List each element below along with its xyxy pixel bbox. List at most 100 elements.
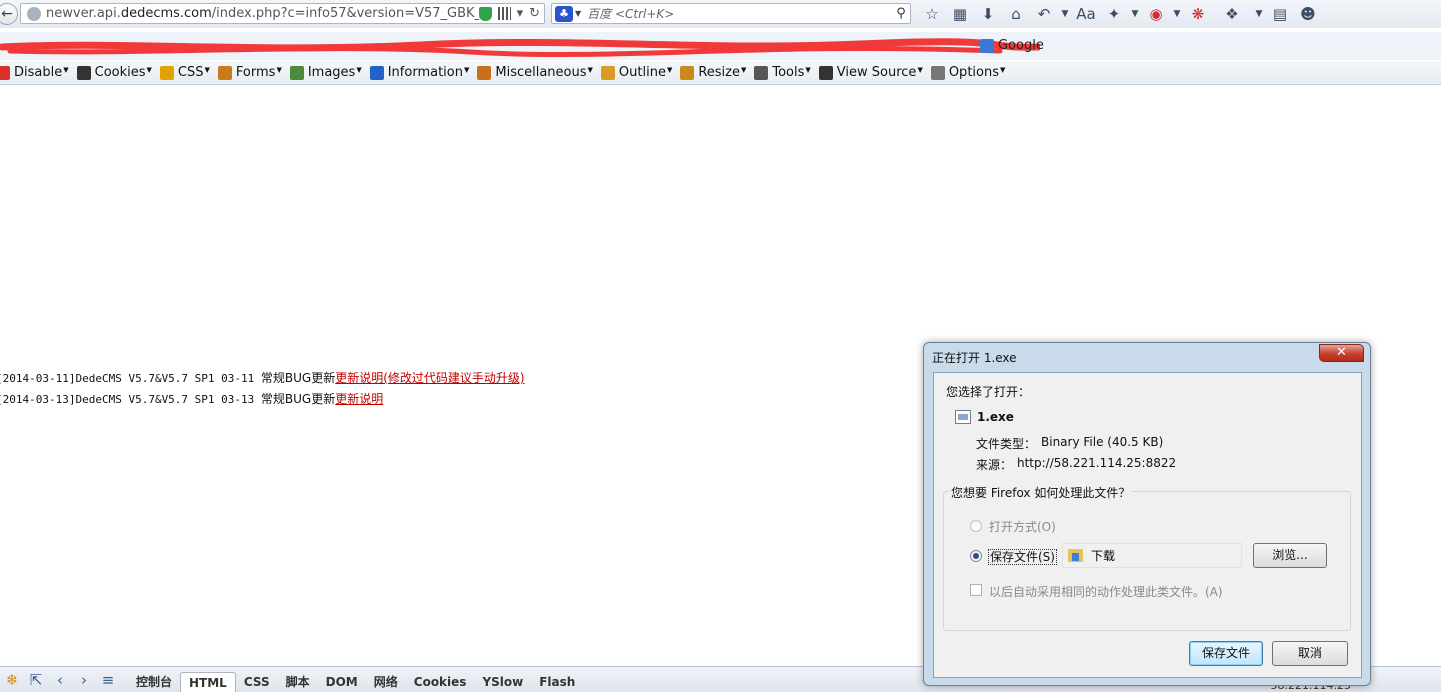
search-input[interactable]: 百度 <Ctrl+K>: [587, 5, 892, 22]
record-dropdown-icon[interactable]: ▼: [1170, 3, 1184, 25]
auto-action-label[interactable]: 以后自动采用相同的动作处理此类文件。(A): [989, 583, 1223, 600]
devtools-menu-tools[interactable]: Tools ▼: [754, 65, 811, 80]
update-notes-link-1[interactable]: 更新说明(修改过代码建议手动升级): [335, 371, 524, 385]
information-icon: [369, 65, 384, 80]
record-icon[interactable]: ◉: [1142, 3, 1170, 25]
firebug-tab-1[interactable]: HTML: [180, 672, 236, 692]
font-icon[interactable]: Aa: [1072, 3, 1100, 25]
dropdown-arrow-icon: ▼: [356, 65, 362, 74]
folder-icon: [1068, 549, 1083, 562]
save-folder-field[interactable]: 下载: [1062, 543, 1242, 568]
action-question: 您想要 Firefox 如何处理此文件？: [949, 484, 1133, 501]
command-line-icon[interactable]: ≡: [96, 668, 120, 692]
firebug-tab-4[interactable]: DOM: [318, 672, 366, 692]
firebug-tab-6[interactable]: Cookies: [406, 672, 475, 692]
bookmarks-bar: Google: [0, 32, 1441, 60]
file-type-value: Binary File (40.5 KB): [1041, 435, 1164, 449]
puzzle-icon[interactable]: ❖: [1212, 3, 1252, 25]
page-icon[interactable]: ▤: [1266, 3, 1294, 25]
browse-button[interactable]: 浏览...: [1253, 543, 1327, 568]
cookies-icon: [76, 65, 91, 80]
file-type-label: 文件类型：: [976, 437, 1037, 451]
bookmarks-icon[interactable]: ▦: [946, 3, 974, 25]
devtools-menu-css[interactable]: CSS ▼: [159, 65, 210, 80]
options-icon: [930, 65, 945, 80]
devtools-menu-miscellaneous[interactable]: Miscellaneous ▼: [477, 65, 593, 80]
devtools-menu-view-source[interactable]: View Source ▼: [818, 65, 923, 80]
cancel-button[interactable]: 取消: [1272, 641, 1348, 666]
inspect-icon[interactable]: ⇱: [24, 668, 48, 692]
save-file-label[interactable]: 保存文件(S): [988, 549, 1057, 565]
google-icon: [980, 38, 994, 53]
bookmark-google[interactable]: Google: [980, 38, 1044, 53]
view-source-icon: [818, 65, 833, 80]
search-icon[interactable]: ⚲: [892, 6, 910, 21]
save-file-button[interactable]: 保存文件: [1189, 641, 1263, 666]
save-file-radio[interactable]: [970, 550, 982, 562]
dropdown-arrow-icon: ▼: [146, 65, 152, 74]
devtools-menu-resize[interactable]: Resize ▼: [680, 65, 746, 80]
url-bar[interactable]: newver.api.dedecms.com/index.php?c=info5…: [20, 3, 545, 24]
chevron-right-icon[interactable]: ›: [72, 668, 96, 692]
addon-dropdown-icon[interactable]: ▼: [1128, 3, 1142, 25]
outline-icon: [600, 65, 615, 80]
tools-icon: [754, 65, 769, 80]
miscellaneous-icon: [477, 65, 492, 80]
close-button[interactable]: ✕: [1319, 344, 1364, 362]
resize-icon: [680, 65, 695, 80]
firebug-tab-5[interactable]: 网络: [366, 672, 406, 692]
firebug-tab-7[interactable]: YSlow: [474, 672, 531, 692]
firebug-tab-2[interactable]: CSS: [236, 672, 278, 692]
addon-icon[interactable]: ✦: [1100, 3, 1128, 25]
update-line-1: [2014-03-11]DedeCMS V5.7&V5.7 SP1 03-11 …: [0, 371, 525, 385]
chevron-left-icon[interactable]: ‹: [48, 668, 72, 692]
dropdown-arrow-icon: ▼: [740, 65, 747, 74]
firebug-icon[interactable]: ❄: [0, 668, 24, 692]
images-icon: [289, 65, 304, 80]
puzzle-dropdown-icon[interactable]: ▼: [1252, 3, 1266, 25]
star-icon[interactable]: ☆: [918, 3, 946, 25]
download-icon[interactable]: ⬇: [974, 3, 1002, 25]
firebug-tab-3[interactable]: 脚本: [278, 672, 318, 692]
url-text[interactable]: newver.api.dedecms.com/index.php?c=info5…: [46, 6, 479, 21]
css-icon: [159, 65, 174, 80]
dialog-body: 您选择了打开： 1.exe 文件类型： Binary File (40.5 KB…: [933, 372, 1362, 678]
plugin-icon[interactable]: ❋: [1184, 3, 1212, 25]
home-icon[interactable]: ⌂: [1002, 3, 1030, 25]
devtools-menu-cookies[interactable]: Cookies ▼: [76, 65, 152, 80]
reload-icon[interactable]: ↻: [529, 6, 540, 21]
search-box[interactable]: ♣ ▼ 百度 <Ctrl+K> ⚲: [551, 3, 911, 24]
forms-icon: [217, 65, 232, 80]
search-engine-icon[interactable]: ♣: [555, 5, 573, 22]
dropdown-arrow-icon: ▼: [204, 65, 210, 74]
update-notes-link-2[interactable]: 更新说明: [335, 392, 383, 406]
engine-dropdown-icon[interactable]: ▼: [575, 9, 581, 18]
dialog-intro: 您选择了打开：: [946, 385, 1031, 399]
dialog-title: 正在打开 1.exe: [932, 351, 1017, 365]
devtools-menu-disable[interactable]: Disable ▼: [0, 65, 69, 80]
browser-toolbar: ☆ ▦ ⬇ ⌂ ↶ ▼ Aa ✦ ▼ ◉ ▼ ❋ ❖ ▼ ▤ ☻: [918, 3, 1322, 25]
devtools-menu-images[interactable]: Images ▼: [289, 65, 362, 80]
undo-dropdown-icon[interactable]: ▼: [1058, 3, 1072, 25]
devtools-menu-forms[interactable]: Forms ▼: [217, 65, 282, 80]
open-with-radio[interactable]: [970, 520, 982, 532]
auto-action-checkbox[interactable]: [970, 584, 982, 596]
user-icon[interactable]: ☻: [1294, 3, 1322, 25]
page-content: [2014-03-11]DedeCMS V5.7&V5.7 SP1 03-11 …: [0, 368, 525, 410]
file-name: 1.exe: [977, 410, 1014, 424]
update-line-2: [2014-03-13]DedeCMS V5.7&V5.7 SP1 03-13 …: [0, 392, 384, 406]
firebug-tab-8[interactable]: Flash: [531, 672, 583, 692]
devtools-menu-options[interactable]: Options ▼: [930, 65, 1005, 80]
undo-icon[interactable]: ↶: [1030, 3, 1058, 25]
devtools-menu-outline[interactable]: Outline ▼: [600, 65, 672, 80]
shield-icon[interactable]: [478, 6, 492, 21]
open-with-label[interactable]: 打开方式(O): [989, 518, 1056, 535]
action-group: 您想要 Firefox 如何处理此文件？ 打开方式(O) 保存文件(S) 下载 …: [943, 484, 1351, 631]
dropdown-arrow-icon[interactable]: ▾: [517, 6, 524, 21]
back-button[interactable]: ←: [0, 3, 18, 25]
globe-icon: [27, 6, 41, 21]
firebug-tab-0[interactable]: 控制台: [128, 672, 180, 692]
web-developer-toolbar: Disable ▼ Cookies ▼ CSS ▼ Forms ▼ Images ▼ Informa…: [0, 61, 1441, 85]
qr-code-icon[interactable]: [497, 7, 511, 20]
devtools-menu-information[interactable]: Information ▼: [369, 65, 469, 80]
